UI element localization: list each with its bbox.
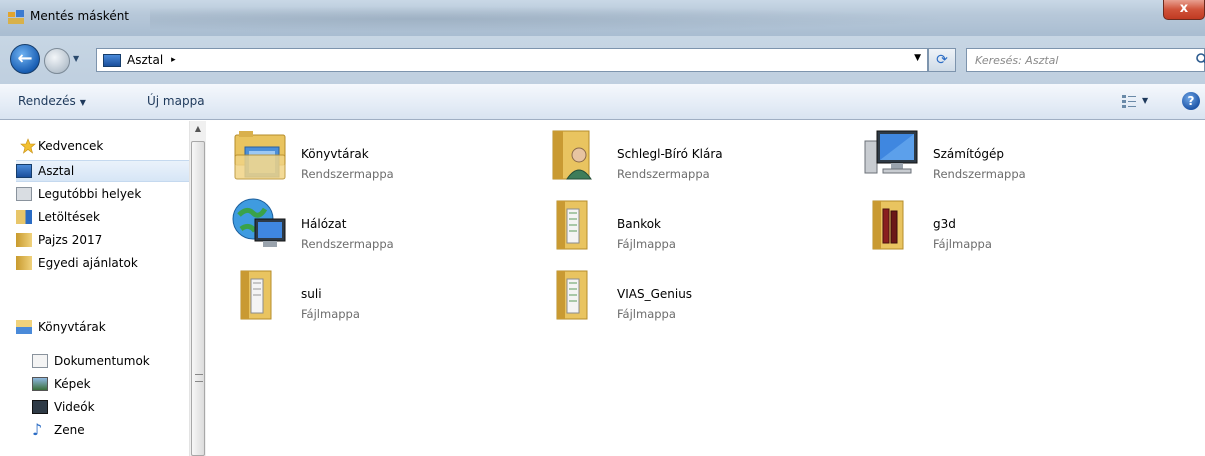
user-folder-icon (552, 130, 592, 180)
scroll-up-icon[interactable]: ▲ (190, 121, 206, 137)
sidebar-header-libraries[interactable]: Könyvtárak (16, 316, 202, 338)
command-toolbar: Rendezés ▼ Új mappa ▼ ? (0, 84, 1205, 120)
title-bar-decoration (150, 4, 1050, 34)
sidebar-item-label: Letöltések (38, 210, 100, 224)
file-list-pane: Könyvtárak Rendszermappa Schlegl-Bíró Kl… (207, 121, 1205, 456)
search-input[interactable] (975, 49, 1185, 71)
list-item-network[interactable]: Hálózat Rendszermappa (231, 195, 531, 255)
folder-icon (16, 256, 32, 270)
star-icon (20, 138, 36, 154)
sidebar-item-label: Pajzs 2017 (38, 233, 103, 247)
back-arrow-icon: ← (17, 48, 33, 69)
item-name: Hálózat (301, 217, 347, 231)
breadcrumb-chevron-icon[interactable]: ▸ (171, 55, 176, 65)
sidebar-item-desktop[interactable]: Asztal (16, 160, 189, 182)
item-type: Rendszermappa (301, 237, 394, 251)
address-bar[interactable]: Asztal ▸ ▼ (96, 48, 928, 72)
item-name: Schlegl-Bíró Klára (617, 147, 723, 161)
computer-icon (864, 130, 918, 174)
sidebar-item-label: Videók (54, 400, 95, 414)
videos-icon (32, 400, 48, 414)
address-path[interactable]: Asztal (127, 53, 163, 67)
item-name: VIAS_Genius (617, 287, 693, 301)
sidebar-scrollbar[interactable]: ▲ (189, 121, 206, 456)
sidebar-item-pajzs-2017[interactable]: Pajzs 2017 (16, 229, 202, 251)
window-title: Mentés másként (30, 9, 130, 23)
scroll-grip-icon (195, 374, 203, 382)
item-type: Fájlmappa (617, 307, 676, 321)
folder-icon (556, 200, 588, 250)
refresh-icon: ⟳ (936, 52, 948, 68)
desktop-icon (103, 53, 121, 67)
item-type: Fájlmappa (301, 307, 360, 321)
libraries-icon (234, 131, 286, 180)
item-name: Számítógép (933, 147, 1004, 161)
list-item-libraries[interactable]: Könyvtárak Rendszermappa (231, 125, 531, 185)
desktop-icon (16, 164, 32, 178)
organize-button[interactable]: Rendezés ▼ (18, 94, 86, 108)
help-icon[interactable]: ? (1182, 92, 1200, 110)
sidebar-item-label: Asztal (38, 164, 75, 178)
list-item-user-folder[interactable]: Schlegl-Bíró Klára Rendszermappa (547, 125, 847, 185)
sidebar-item-label: Képek (54, 377, 91, 391)
sidebar-header-favorites[interactable]: Kedvencek (38, 135, 188, 157)
history-dropdown-icon[interactable]: ▼ (73, 54, 79, 63)
folder-icon (16, 233, 32, 247)
item-name: Könyvtárak (301, 147, 369, 161)
item-type: Rendszermappa (301, 167, 394, 181)
sidebar-item-label: Dokumentumok (54, 354, 150, 368)
sidebar-item-egyedi-ajanlatok[interactable]: Egyedi ajánlatok (16, 252, 202, 274)
navigation-bar: ← ▼ Asztal ▸ ▼ ⟳ (0, 36, 1205, 84)
sidebar-item-documents[interactable]: Dokumentumok (32, 350, 184, 372)
sidebar-item-recent-places[interactable]: Legutóbbi helyek (16, 183, 202, 205)
new-folder-button[interactable]: Új mappa (147, 94, 205, 108)
music-icon: ♪ (32, 420, 43, 439)
item-type: Rendszermappa (617, 167, 710, 181)
item-type: Rendszermappa (933, 167, 1026, 181)
pictures-icon (32, 377, 48, 391)
list-item-suli[interactable]: suli Fájlmappa (231, 265, 531, 325)
downloads-icon (16, 210, 32, 224)
item-type: Fájlmappa (617, 237, 676, 251)
favorites-header-label: Kedvencek (38, 139, 104, 153)
item-name: g3d (933, 217, 956, 231)
sidebar-item-label: Legutóbbi helyek (38, 187, 142, 201)
back-button[interactable]: ← (10, 44, 40, 74)
address-dropdown-icon[interactable]: ▼ (914, 53, 921, 63)
list-item-vias-genius[interactable]: VIAS_Genius Fájlmappa (547, 265, 847, 325)
search-icon[interactable] (1195, 52, 1205, 66)
documents-icon (32, 354, 48, 368)
libraries-header-label: Könyvtárak (38, 320, 106, 334)
view-dropdown-icon[interactable]: ▼ (1142, 96, 1148, 105)
folder-icon (872, 200, 904, 250)
search-box[interactable] (966, 48, 1205, 72)
sidebar-item-label: Egyedi ajánlatok (38, 256, 138, 270)
view-options-icon[interactable] (1121, 93, 1137, 109)
sidebar-item-label: Zene (54, 423, 85, 437)
folder-icon (240, 270, 272, 320)
folder-icon (556, 270, 588, 320)
organize-label: Rendezés (18, 94, 76, 108)
close-button[interactable]: x (1163, 0, 1205, 20)
item-name: Bankok (617, 217, 662, 231)
title-bar: Mentés másként x (0, 0, 1205, 36)
list-item-bankok[interactable]: Bankok Fájlmappa (547, 195, 847, 255)
recent-places-icon (16, 187, 32, 201)
forward-button[interactable] (44, 48, 70, 74)
refresh-button[interactable]: ⟳ (928, 48, 956, 72)
network-icon (232, 198, 286, 247)
libraries-icon (16, 320, 32, 334)
organize-dropdown-icon: ▼ (79, 98, 86, 107)
list-item-computer[interactable]: Számítógép Rendszermappa (863, 125, 1163, 185)
list-item-g3d[interactable]: g3d Fájlmappa (863, 195, 1163, 255)
navigation-pane: Kedvencek Asztal Legutóbbi helyek Letölt… (0, 121, 206, 456)
item-name: suli (301, 287, 322, 301)
sidebar-item-downloads[interactable]: Letöltések (16, 206, 202, 228)
scroll-thumb[interactable] (191, 141, 205, 456)
app-icon (8, 10, 24, 24)
item-type: Fájlmappa (933, 237, 992, 251)
